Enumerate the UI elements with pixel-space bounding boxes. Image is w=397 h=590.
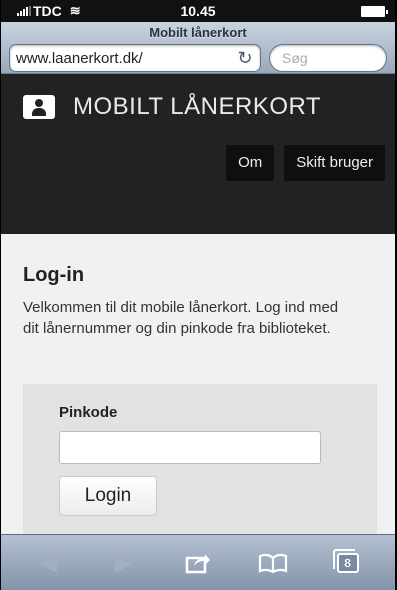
login-section: Log-in Velkommen til dit mobile lånerkor… [1, 234, 395, 544]
wifi-icon: ≋ [69, 3, 81, 18]
nav-about-button[interactable]: Om [226, 145, 275, 181]
carrier-name: TDC [33, 3, 62, 19]
url-text[interactable]: www.laanerkort.dk/ [16, 50, 236, 67]
search-input[interactable]: Søg [269, 44, 387, 72]
login-form: Pinkode Login [23, 384, 377, 544]
phone-screen: TDC ≋ 10.45 Mobilt lånerkort www.laanerk… [0, 0, 397, 590]
library-card-icon [23, 95, 55, 119]
intro-text: Velkommen til dit mobile lånerkort. Log … [23, 299, 339, 337]
login-button[interactable]: Login [59, 476, 157, 516]
clock: 10.45 [180, 3, 216, 19]
back-arrow-icon[interactable]: ◀ [28, 545, 68, 581]
site-header: MOBILT LÅNERKORT Om Skift bruger [1, 74, 395, 235]
site-title: MOBILT LÅNERKORT [73, 93, 322, 120]
forward-arrow-icon[interactable]: ▶ [103, 545, 143, 581]
tabs-button[interactable]: 8 [328, 545, 368, 581]
signal-icon [17, 6, 31, 16]
pin-label: Pinkode [59, 404, 118, 421]
browser-top-bar: Mobilt lånerkort www.laanerkort.dk/ ↻ Sø… [1, 22, 395, 74]
bookmarks-icon[interactable] [253, 545, 293, 581]
site-brand[interactable]: MOBILT LÅNERKORT [23, 93, 321, 121]
page-title: Log-in [23, 264, 85, 286]
page-tab-title: Mobilt lånerkort [149, 25, 247, 40]
tabs-icon[interactable]: 8 [332, 548, 359, 573]
reload-icon[interactable]: ↻ [236, 48, 254, 69]
status-bar: TDC ≋ 10.45 [1, 0, 395, 22]
site-nav: Om Skift bruger [226, 145, 385, 181]
share-icon[interactable] [178, 545, 218, 581]
pin-input[interactable] [59, 431, 321, 464]
browser-toolbar: ◀ ▶ 8 [1, 534, 395, 590]
battery-icon [361, 6, 388, 17]
nav-switch-user-button[interactable]: Skift bruger [284, 145, 385, 181]
address-bar[interactable]: www.laanerkort.dk/ ↻ [9, 44, 261, 72]
